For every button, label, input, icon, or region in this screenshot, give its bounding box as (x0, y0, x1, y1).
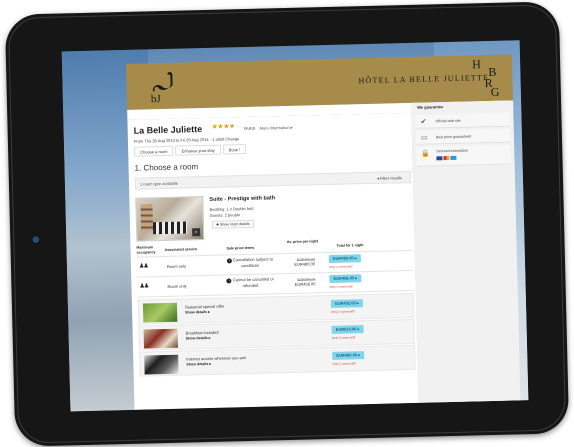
availability-bar: 1 room type available ◂ Filter results (134, 170, 412, 190)
star-rating: ★★★★ (211, 123, 235, 131)
info-icon[interactable]: i (226, 278, 232, 284)
booking-steps: Choose a room Enhance your stay Book ! (134, 143, 248, 157)
amex-card-icon (450, 155, 457, 160)
two-persons-icon: ♟♟ (138, 263, 148, 270)
room-photo[interactable]: ⌕ (135, 196, 205, 242)
offer-photo[interactable] (143, 328, 178, 349)
row-terms-text: Cannot be cancelled or refunded (232, 276, 274, 289)
guarantee-label: Secured transaction (436, 148, 469, 154)
guarantee-secured: 🔒 Secured transaction (416, 144, 511, 167)
zoom-icon[interactable]: ⌕ (192, 228, 201, 237)
stay-dates: From Thu 28 Aug 2014 to Fri 29 Aug 2014 … (133, 136, 240, 144)
rooms-left-note: Only 2 rooms left! (331, 335, 356, 340)
room-count: 1 room type available (139, 180, 179, 187)
book-price-button[interactable]: EUR456.00 ▸ (329, 274, 362, 283)
row-service: Room only (166, 263, 187, 269)
guarantee-best-price: ▭ Best price guaranteed (415, 128, 511, 145)
two-persons-icon: ♟♟ (139, 283, 149, 290)
guarantee-title: We guarantee (417, 104, 444, 110)
show-room-details-button[interactable]: ✚ Show room details (211, 219, 254, 229)
row-service: Room only (167, 283, 187, 289)
checkmark-icon: ✔ (420, 118, 427, 126)
step-book[interactable]: Book ! (222, 143, 247, 155)
guarantee-label: Official web site (435, 118, 461, 124)
page-background: bJ HÔTEL LA BELLE JULIETTE H B R G Log i… (0, 0, 574, 447)
more-information-link[interactable]: More information ▸ (260, 125, 293, 131)
book-price-button[interactable]: EUR490.00 ▸ (332, 351, 365, 360)
room-title: Suite - Prestige with bath (209, 195, 276, 203)
tablet-screen: bJ HÔTEL LA BELLE JULIETTE H B R G Log i… (61, 40, 529, 412)
book-price-button[interactable]: EUR480.00 ▸ (328, 254, 361, 263)
book-price-button[interactable]: EUR432.00 ▸ (330, 299, 364, 308)
header-max-occupancy: Maximum occupancy (136, 245, 156, 255)
row-terms-text: Cancellation subject to conditions (232, 256, 274, 269)
room-bedding: Bedding: 1 x Double bed (209, 205, 254, 212)
info-icon[interactable]: i (226, 258, 232, 264)
row-avg-price: EUR456.00 (294, 281, 316, 287)
guarantee-label: Best price guaranteed (435, 134, 472, 140)
monogram-letter: H (471, 57, 481, 72)
header-sale-price-terms: Sale price terms (226, 245, 255, 251)
room-guests: Guests: 2 people (209, 212, 241, 218)
filter-results-button[interactable]: ◂ Filter results (377, 175, 402, 181)
room-photo-sofa (152, 221, 188, 235)
show-room-details-label: Show room details (219, 221, 250, 227)
offer-photo[interactable] (142, 302, 178, 323)
rooms-left-note: Only 1 rooms left! (329, 264, 353, 269)
logo-text: bJ (150, 93, 161, 106)
offer-show-details-link[interactable]: Show details ▸ (186, 362, 211, 367)
offer-internet: Internet access wherever you are! Show d… (139, 344, 416, 377)
hotel-monogram: H B R G (470, 57, 507, 100)
room-photo-shelf (140, 204, 154, 231)
hotel-city: PARIS (243, 125, 256, 132)
lock-icon: 🔒 (421, 150, 431, 158)
booking-main-panel: La Belle Juliette ★★★★ PARIS More inform… (127, 112, 419, 410)
row-avg-price: EUR480.00 (294, 261, 316, 267)
rooms-left-note: Only 1 rooms left! (332, 361, 356, 366)
filter-label: Filter results (380, 175, 402, 181)
header-avg-price: Av. price per night (286, 239, 319, 245)
guarantee-official-site: ✔ Official web site (415, 112, 510, 129)
tablet-frame: bJ HÔTEL LA BELLE JULIETTE H B R G Log i… (4, 1, 570, 447)
book-price-button[interactable]: EUR510.00 ▸ (331, 325, 364, 334)
visa-card-icon (436, 156, 443, 161)
offer-title: Seasonal special offer (184, 303, 225, 310)
rooms-left-note: Only 1 rooms left! (329, 284, 354, 289)
banknote-icon: ▭ (420, 134, 428, 142)
rooms-left-note: Only 2 rooms left! (331, 309, 355, 314)
step-enhance-stay[interactable]: Enhance your stay (175, 144, 221, 156)
header-associated-service: Associated service (164, 247, 198, 252)
offer-show-details-link[interactable]: Show details ▸ (185, 310, 210, 315)
monogram-letter: G (490, 84, 500, 99)
mastercard-icon (443, 156, 450, 161)
payment-cards (436, 155, 457, 161)
offer-show-details-link[interactable]: Show details ▸ (186, 336, 211, 341)
offer-title: Breakfast included (185, 329, 219, 336)
header-total: Total for 1 night (336, 243, 364, 248)
offer-title: Internet access wherever you are! (186, 355, 247, 362)
offer-photo[interactable] (144, 354, 179, 375)
row-terms: i Cannot be cancelled or refunded (223, 276, 277, 288)
hotel-title: La Belle Juliette (133, 124, 203, 136)
section-title: 1. Choose a room (134, 162, 199, 173)
row-terms: i Cancellation subject to conditions (223, 256, 277, 268)
guarantee-sidebar: We guarantee ✔ Official web site ▭ Best … (411, 100, 521, 403)
step-choose-room[interactable]: Choose a room (134, 145, 174, 157)
